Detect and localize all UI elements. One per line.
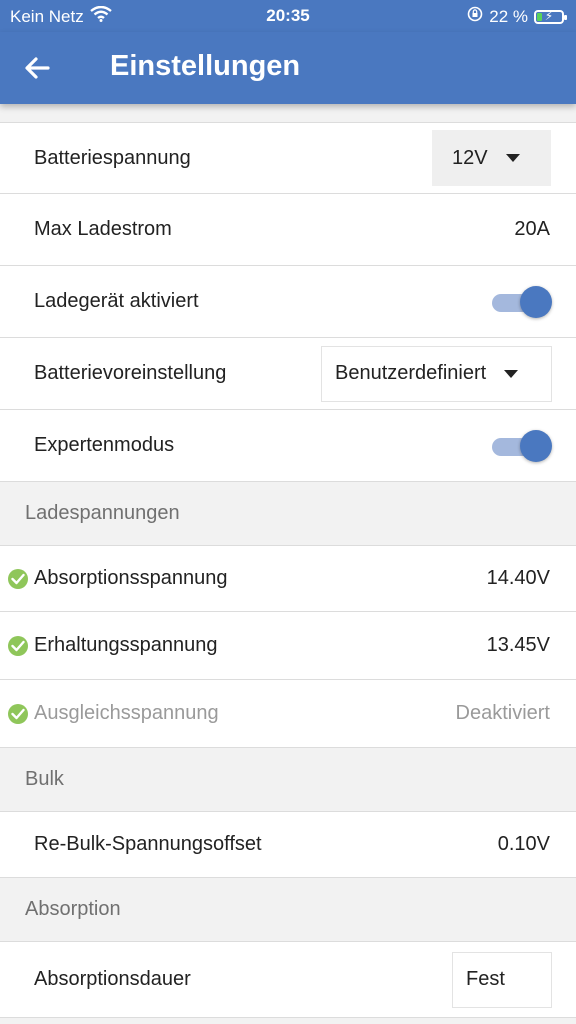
settings-list: Batteriespannung 12V Max Ladestrom 20A L… (0, 122, 576, 1018)
absorption-duration-label: Absorptionsdauer (34, 968, 191, 990)
max-charge-current-value: 20A (514, 218, 550, 240)
toggle-thumb (520, 429, 552, 462)
chevron-down-icon (505, 154, 520, 162)
max-charge-current-row[interactable]: Max Ladestrom 20A (0, 194, 576, 266)
section-title: Absorption (25, 898, 121, 920)
equalization-voltage-label: Ausgleichsspannung (34, 702, 219, 724)
app-bar: Einstellungen (0, 32, 576, 104)
battery-voltage-row: Batteriespannung 12V (0, 122, 576, 194)
page-title: Einstellungen (110, 50, 301, 82)
expert-mode-toggle[interactable] (492, 429, 552, 462)
charger-enabled-row: Ladegerät aktiviert (0, 266, 576, 338)
chevron-down-icon (504, 369, 519, 378)
battery-preset-value: Benutzerdefiniert (335, 362, 487, 384)
battery-preset-label: Batterievoreinstellung (34, 362, 227, 384)
rebulk-offset-label: Re-Bulk-Spannungsoffset (34, 833, 262, 855)
absorption-voltage-label: Absorptionsspannung (34, 567, 228, 589)
arrow-left-icon (25, 57, 50, 79)
battery-preset-dropdown[interactable]: Benutzerdefiniert (321, 345, 552, 402)
battery-charging-icon: ⚡ (534, 8, 567, 24)
absorption-duration-dropdown[interactable]: Fest (452, 951, 552, 1008)
rebulk-offset-row[interactable]: Re-Bulk-Spannungsoffset 0.10V (0, 812, 576, 878)
max-charge-current-label: Max Ladestrom (34, 218, 172, 240)
rotation-lock-icon (467, 6, 483, 27)
section-title: Bulk (25, 768, 64, 790)
section-title: Ladespannungen (25, 502, 180, 524)
float-voltage-value: 13.45V (486, 634, 550, 656)
rebulk-offset-value: 0.10V (497, 833, 550, 855)
check-circle-icon (8, 635, 28, 656)
absorption-duration-row: Absorptionsdauer Fest (0, 942, 576, 1018)
battery-voltage-dropdown[interactable]: 12V (432, 130, 551, 186)
bolt-icon: ⚡ (544, 8, 554, 23)
battery-voltage-label: Batteriespannung (34, 146, 191, 169)
section-header-bulk: Bulk (0, 748, 576, 812)
check-circle-icon (8, 568, 28, 589)
battery-preset-row: Batterievoreinstellung Benutzerdefiniert (0, 338, 576, 410)
expert-mode-row: Expertenmodus (0, 410, 576, 482)
section-header-absorption: Absorption (0, 878, 576, 942)
battery-voltage-value: 12V (452, 146, 488, 169)
absorption-duration-value: Fest (466, 968, 505, 990)
float-voltage-label: Erhaltungsspannung (34, 634, 218, 656)
status-bar: Kein Netz 20:35 22 % ⚡ (0, 0, 576, 32)
absorption-voltage-row[interactable]: Absorptionsspannung 14.40V (0, 546, 576, 612)
back-button[interactable] (18, 48, 58, 88)
status-right: 22 % ⚡ (467, 6, 567, 27)
absorption-voltage-value: 14.40V (486, 567, 550, 589)
battery-percent: 22 % (489, 6, 528, 26)
float-voltage-row[interactable]: Erhaltungsspannung 13.45V (0, 612, 576, 680)
expert-mode-label: Expertenmodus (34, 434, 175, 456)
section-header-charge-voltages: Ladespannungen (0, 482, 576, 546)
equalization-voltage-row[interactable]: Ausgleichsspannung Deaktiviert (0, 680, 576, 748)
toggle-thumb (520, 285, 552, 318)
charger-enabled-toggle[interactable] (492, 285, 552, 318)
check-circle-icon (8, 703, 28, 724)
charger-enabled-label: Ladegerät aktiviert (34, 290, 199, 312)
equalization-voltage-value: Deaktiviert (455, 702, 550, 724)
